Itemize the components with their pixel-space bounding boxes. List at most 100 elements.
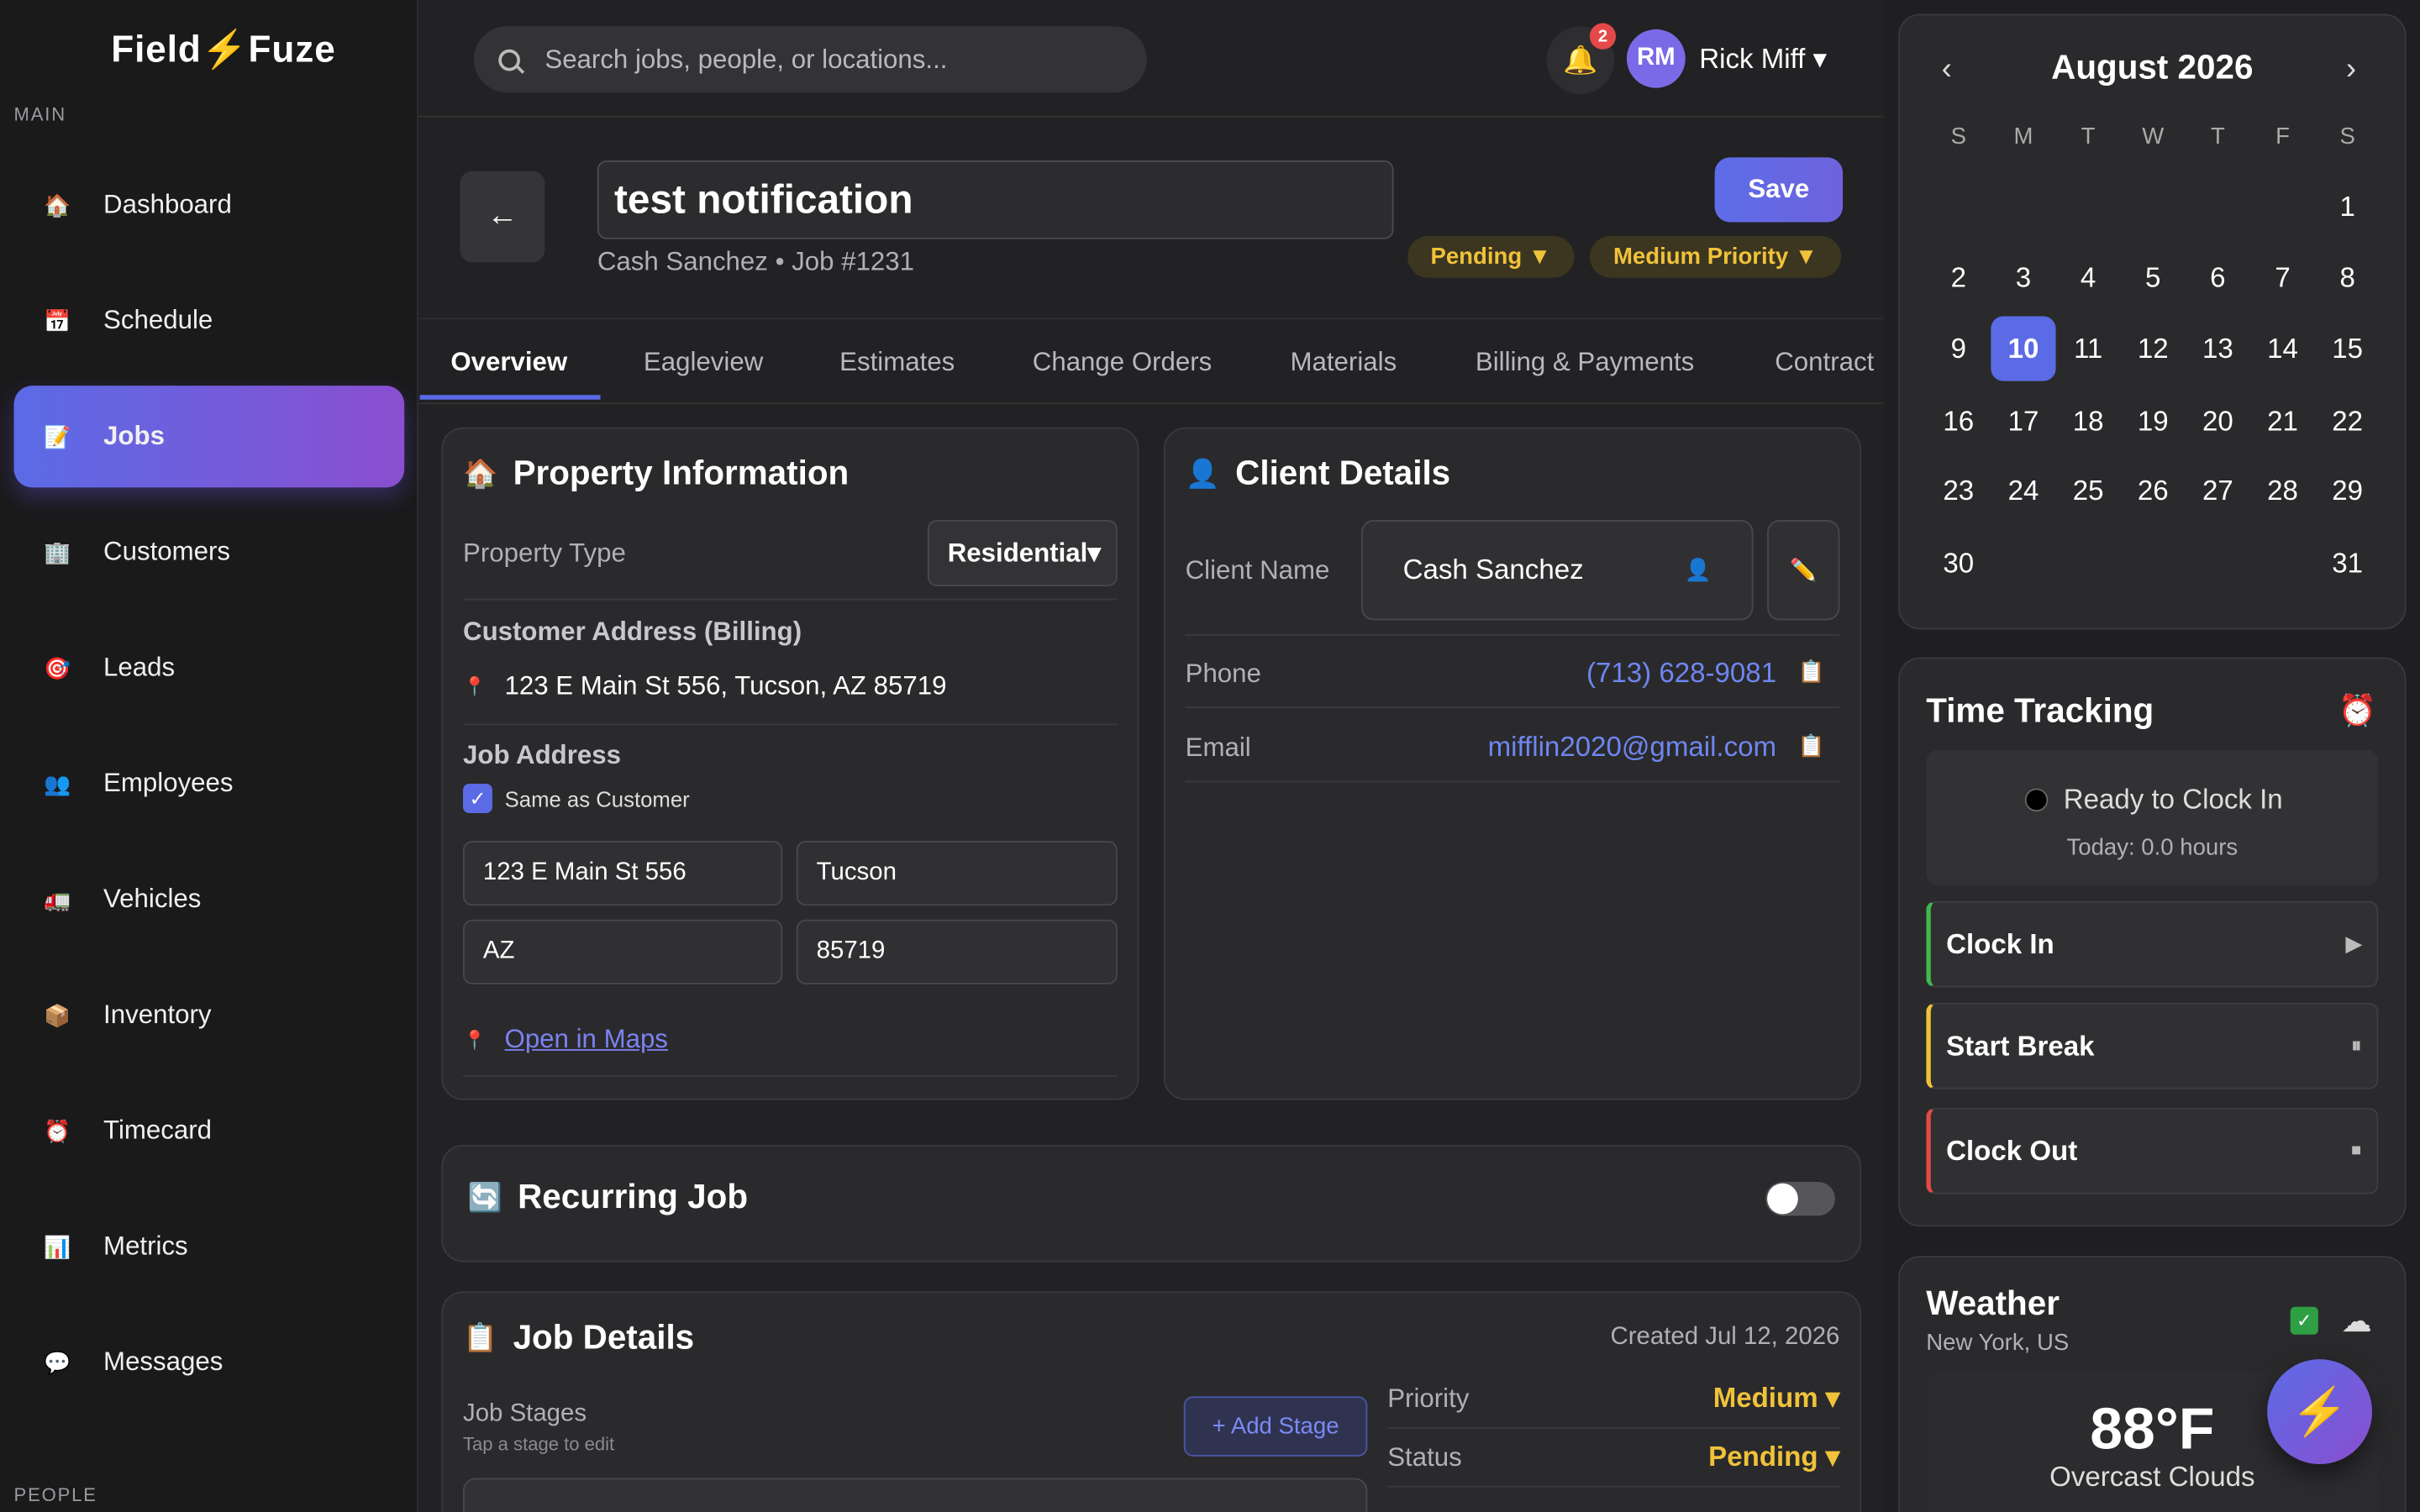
calendar-day[interactable]: 2 [1935, 255, 1981, 301]
user-avatar[interactable]: RM [1626, 29, 1686, 88]
sidebar-item-label: Leads [103, 652, 176, 682]
calendar-day[interactable]: 15 [2324, 326, 2370, 372]
priority-select[interactable]: Medium ▾ [1621, 1383, 1840, 1415]
priority-pill[interactable]: Medium Priority ▼ [1589, 236, 1842, 278]
calendar-day[interactable]: 6 [2195, 255, 2241, 301]
calendar-day[interactable]: 5 [2130, 255, 2176, 301]
calendar-day[interactable]: 11 [2065, 326, 2112, 372]
save-button[interactable]: Save [1714, 157, 1844, 223]
alarm-clock-icon: ⏰ [2338, 694, 2377, 728]
sidebar-item-messages[interactable]: 💬 Messages [14, 1311, 405, 1413]
calendar-day[interactable]: 16 [1935, 398, 1981, 444]
calendar-day[interactable]: 17 [2000, 398, 2046, 444]
email-link[interactable]: mifflin2020@gmail.com [1389, 732, 1776, 764]
same-as-customer-row[interactable]: ✓ Same as Customer [463, 784, 690, 813]
job-details-title-text: Job Details [513, 1317, 695, 1357]
calendar-day[interactable]: 21 [2260, 398, 2306, 444]
calendar-day[interactable]: 24 [2000, 468, 2046, 514]
calendar-day[interactable]: 4 [2065, 255, 2112, 301]
sidebar-item-label: Jobs [103, 421, 165, 451]
calendar-day[interactable]: 25 [2065, 468, 2112, 514]
app-logo[interactable]: Field⚡Fuze [111, 28, 335, 72]
tab-overview[interactable]: Overview [450, 347, 567, 378]
calendar-day[interactable]: 31 [2324, 540, 2370, 586]
active-tab-indicator [419, 395, 601, 400]
start-break-button[interactable]: Start Break ⏸ [1926, 1002, 2379, 1089]
copy-email-icon[interactable]: 📋 [1798, 732, 1825, 759]
calendar-day[interactable]: 29 [2324, 468, 2370, 514]
clock-in-button[interactable]: Clock In ▶ [1926, 900, 2379, 988]
search-placeholder: Search jobs, people, or locations... [544, 44, 948, 74]
divider [1185, 780, 1840, 783]
sidebar-item-timecard[interactable]: ⏰ Timecard [14, 1080, 405, 1182]
calendar-day[interactable]: 7 [2260, 255, 2306, 301]
divider [1185, 633, 1840, 636]
open-in-maps-link[interactable]: Open in Maps [505, 1025, 668, 1056]
client-name-field[interactable]: Cash Sanchez 👤 [1361, 519, 1754, 621]
city-field[interactable]: Tucson [796, 841, 1118, 906]
sidebar-item-label: Messages [103, 1347, 224, 1377]
search-input[interactable]: Search jobs, people, or locations... [473, 26, 1147, 93]
job-stages-hint: Tap a stage to edit [463, 1433, 615, 1456]
recurring-job-toggle[interactable] [1765, 1181, 1835, 1216]
status-select[interactable]: Pending ▾ [1621, 1441, 1839, 1474]
calendar-day[interactable]: 14 [2260, 326, 2306, 372]
sidebar-item-dashboard[interactable]: 🏠 Dashboard [14, 155, 405, 256]
calendar-day-today[interactable]: 10 [1991, 316, 2056, 381]
property-info-title-text: Property Information [513, 454, 850, 492]
job-title-input[interactable]: test notification [597, 160, 1394, 239]
calendar-day[interactable]: 9 [1935, 326, 1981, 372]
sidebar-item-employees[interactable]: 👥 Employees [14, 732, 405, 834]
calendar-day[interactable]: 19 [2130, 398, 2176, 444]
sidebar-item-jobs[interactable]: 📝 Jobs [13, 386, 405, 488]
state-field[interactable]: AZ [463, 919, 783, 984]
clock-out-button[interactable]: Clock Out ■ [1926, 1107, 2379, 1194]
notification-badge: 2 [1589, 23, 1617, 50]
clock-in-label: Clock In [1946, 927, 2054, 959]
add-stage-button[interactable]: + Add Stage [1183, 1396, 1368, 1457]
calendar-day[interactable]: 12 [2130, 326, 2176, 372]
tab-eagleview[interactable]: Eagleview [644, 347, 763, 378]
next-month-button[interactable]: › [2346, 52, 2356, 87]
edit-client-button[interactable]: ✏️ [1767, 519, 1840, 621]
tab-billing-payments[interactable]: Billing & Payments [1476, 347, 1694, 378]
phone-link[interactable]: (713) 628-9081 [1420, 657, 1776, 690]
messages-icon: 💬 [43, 1349, 71, 1374]
street-field[interactable]: 123 E Main St 556 [463, 841, 783, 906]
tab-contract[interactable]: Contract [1775, 347, 1874, 378]
same-as-customer-checkbox[interactable]: ✓ [463, 784, 492, 813]
calendar-day[interactable]: 26 [2130, 468, 2176, 514]
sidebar-item-metrics[interactable]: 📊 Metrics [14, 1195, 405, 1297]
copy-phone-icon[interactable]: 📋 [1798, 659, 1825, 685]
calendar-day[interactable]: 28 [2260, 468, 2306, 514]
calendar-day[interactable]: 30 [1935, 540, 1981, 586]
sidebar-item-schedule[interactable]: 📅 Schedule [14, 270, 405, 371]
tab-estimates[interactable]: Estimates [839, 347, 955, 378]
calendar-day[interactable]: 27 [2195, 468, 2241, 514]
calendar-day[interactable]: 1 [2324, 184, 2370, 230]
calendar-day[interactable]: 13 [2195, 326, 2241, 372]
sidebar-item-leads[interactable]: 🎯 Leads [14, 617, 405, 719]
calendar-day[interactable]: 18 [2065, 398, 2112, 444]
status-pill[interactable]: Pending ▼ [1407, 236, 1575, 278]
calendar-day[interactable]: 3 [2000, 255, 2046, 301]
sidebar-item-inventory[interactable]: 📦 Inventory [14, 964, 405, 1066]
calendar-day[interactable]: 22 [2324, 398, 2370, 444]
calendar-day[interactable]: 23 [1935, 468, 1981, 514]
clock-status: Ready to Clock In [2024, 784, 2283, 816]
billing-address: 📍 123 E Main St 556, Tucson, AZ 85719 [463, 671, 946, 702]
sidebar-item-customers[interactable]: 🏢 Customers [14, 501, 405, 603]
calendar-day[interactable]: 8 [2324, 255, 2370, 301]
tab-materials[interactable]: Materials [1291, 347, 1397, 378]
job-subtitle: Cash Sanchez • Job #1231 [597, 246, 915, 276]
back-button[interactable]: ← [460, 171, 545, 263]
tab-change-orders[interactable]: Change Orders [1033, 347, 1212, 378]
sidebar-item-vehicles[interactable]: 🚛 Vehicles [14, 848, 405, 950]
logo-text-right: Fuze [248, 29, 336, 71]
user-menu[interactable]: Rick Miff ▾ [1699, 43, 1827, 76]
zip-field[interactable]: 85719 [796, 919, 1118, 984]
stage-list[interactable] [463, 1478, 1368, 1512]
property-type-select[interactable]: Residential▾ [927, 519, 1118, 586]
calendar-day[interactable]: 20 [2195, 398, 2241, 444]
quick-action-bolt-icon[interactable]: ⚡ [2267, 1359, 2373, 1465]
